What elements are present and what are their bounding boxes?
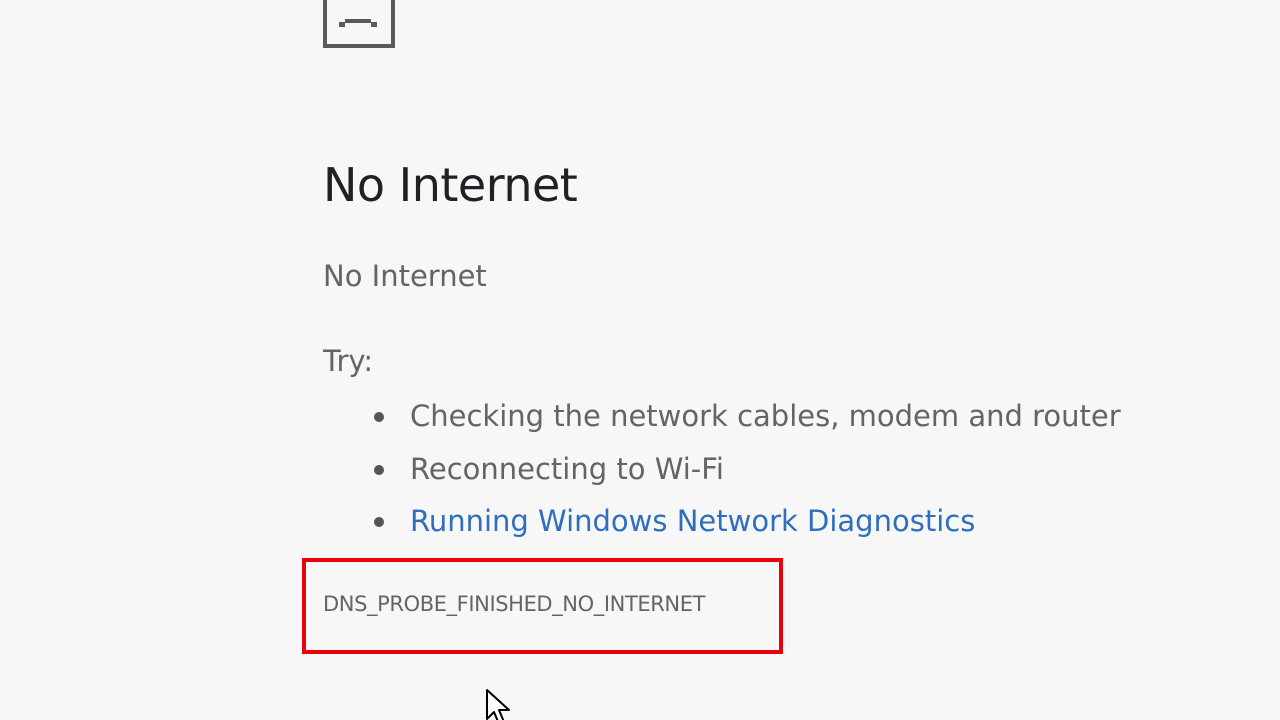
bullet-dot-icon [374,517,384,527]
network-diagnostics-link[interactable]: Running Windows Network Diagnostics [410,504,975,538]
error-page: No Internet No Internet Try: Checking th… [0,0,1280,720]
suggestion-text: Checking the network cables, modem and r… [410,399,1121,433]
suggestion-run-diagnostics: Running Windows Network Diagnostics [323,499,1121,552]
suggestion-text: Reconnecting to Wi-Fi [410,451,724,486]
error-subtitle: No Internet [323,259,487,293]
suggestion-check-cables: Checking the network cables, modem and r… [323,394,1121,447]
bullet-dot-icon [374,412,384,422]
try-label: Try: [323,344,374,378]
sad-page-icon [323,0,395,48]
mouse-pointer-icon [486,689,510,720]
error-code-highlight [302,558,783,654]
suggestions-list: Checking the network cables, modem and r… [323,394,1121,552]
suggestion-reconnect-wifi: Reconnecting to Wi-Fi [323,447,1121,500]
page-title: No Internet [323,158,578,212]
bullet-dot-icon [374,464,384,475]
